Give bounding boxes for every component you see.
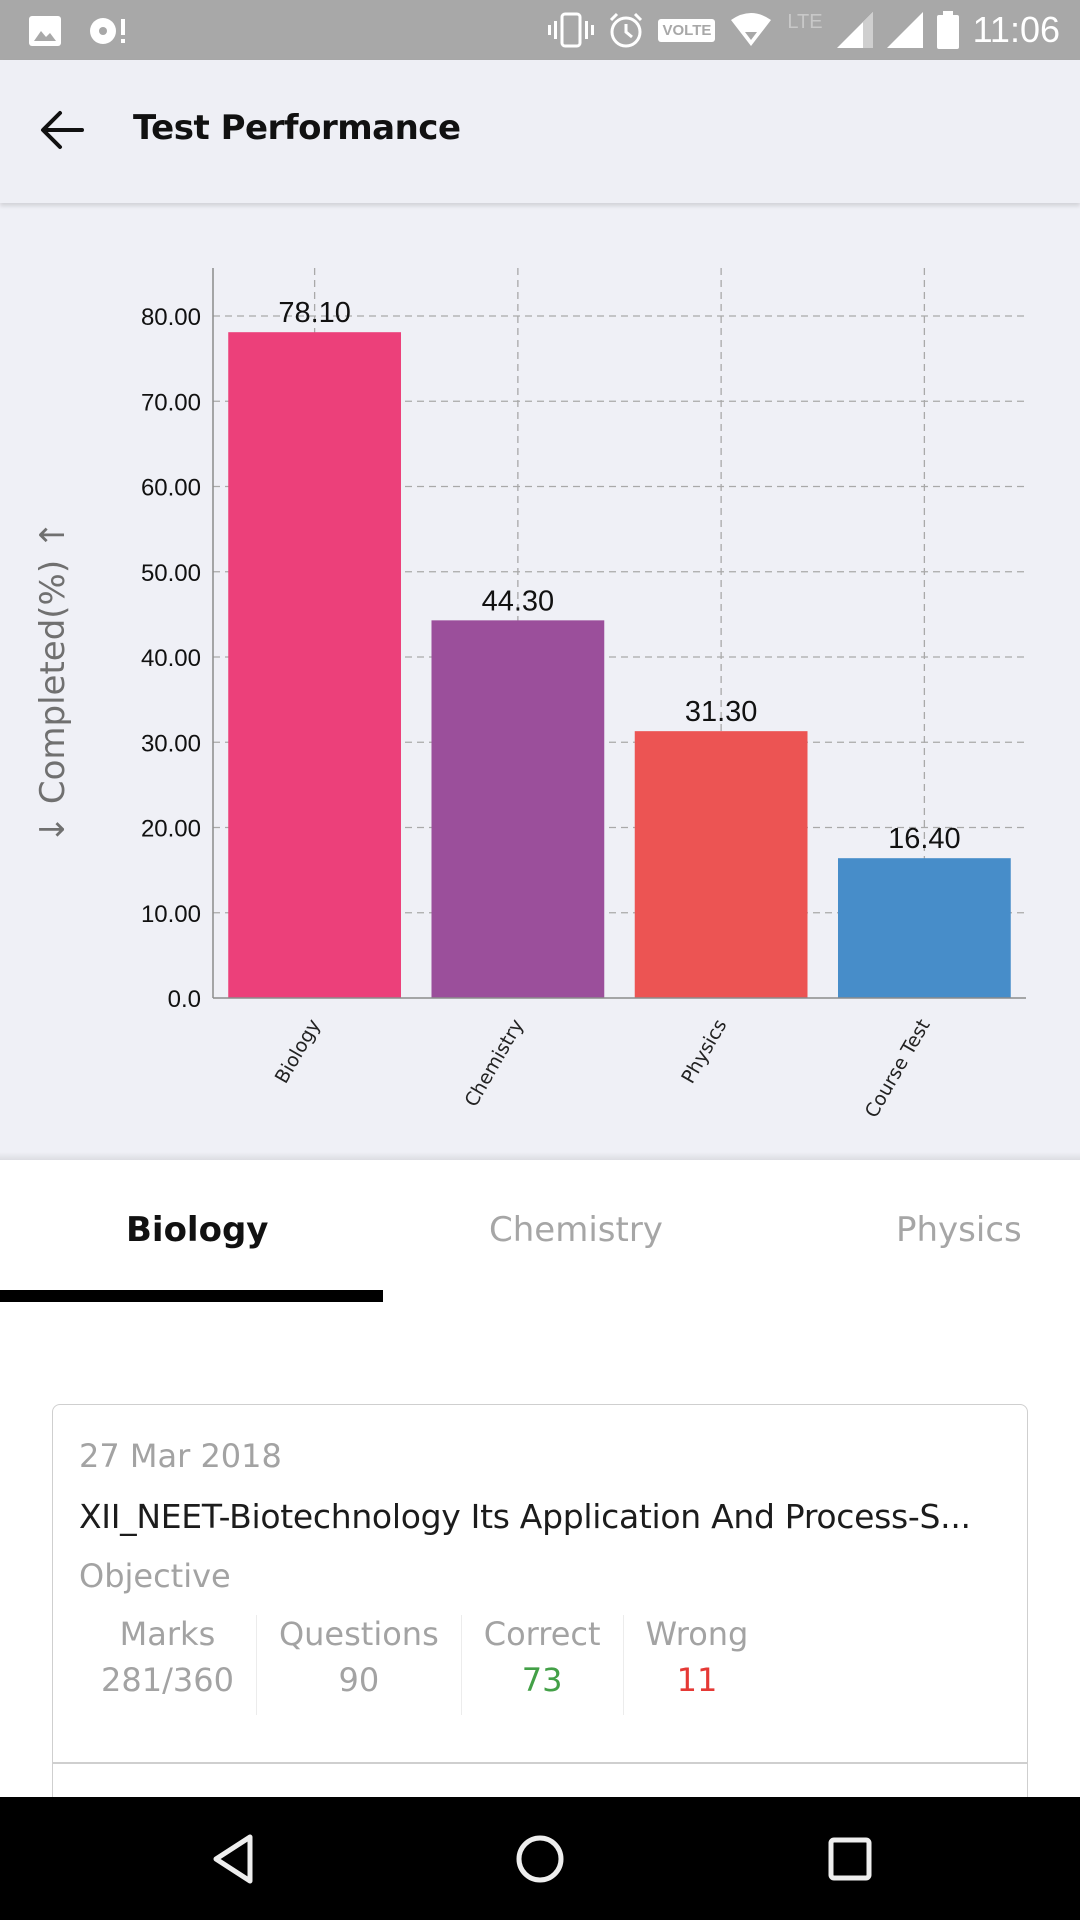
stat-value: 90 [338, 1661, 380, 1699]
stat-questions: Questions 90 [257, 1615, 462, 1715]
arrow-left-icon [41, 111, 84, 149]
bar-chart-svg: 78.10 Biology 44.30 Chemistry 31.30 Physics 16… [33, 268, 1026, 1122]
performance-chart: 78.10 Biology 44.30 Chemistry 31.30 Physics 16… [0, 203, 1080, 1158]
divider [0, 1152, 1080, 1160]
home-circle-icon [516, 1835, 564, 1883]
y-tick-label: 50.00 [141, 560, 201, 587]
signal-icon [886, 12, 923, 48]
stat-value: 11 [676, 1661, 718, 1699]
signal-icon [836, 12, 873, 48]
nav-home-button[interactable] [508, 1827, 572, 1891]
battery-icon [936, 11, 959, 49]
sync-alert-icon [90, 18, 125, 44]
stat-correct: Correct 73 [462, 1615, 624, 1715]
bar-value-label: 44.30 [482, 585, 555, 617]
stat-label: Correct [483, 1615, 601, 1653]
nav-recents-button[interactable] [818, 1827, 882, 1891]
y-tick-label: 20.00 [141, 816, 201, 843]
bar-physics [634, 731, 808, 998]
tab-biology[interactable]: Biology [126, 1210, 268, 1250]
test-result-card[interactable]: 27 Mar 2018 XII_NEET-Biotechnology Its A… [52, 1404, 1028, 1764]
bar-chemistry [431, 620, 605, 998]
wifi-icon [731, 13, 772, 46]
image-icon [29, 16, 61, 46]
bar-value-label: 16.40 [888, 823, 961, 855]
test-stats: Marks 281/360 Questions 90 Correct 73 Wr… [79, 1615, 770, 1715]
y-tick-label: 0.0 [168, 986, 201, 1013]
vibrate-icon [548, 12, 595, 48]
tab-physics[interactable]: Physics [896, 1210, 1022, 1250]
x-tick-label: Biology [271, 1016, 325, 1088]
y-tick-label: 30.00 [141, 730, 201, 757]
y-tick-label: 80.00 [141, 304, 201, 331]
test-date: 27 Mar 2018 [79, 1437, 282, 1475]
tab-chemistry[interactable]: Chemistry [489, 1210, 663, 1250]
status-time: 11:06 [972, 9, 1060, 50]
bar-layer [228, 332, 1011, 998]
stat-label: Questions [278, 1615, 439, 1653]
system-nav-bar [0, 1797, 1080, 1920]
bar-biology [228, 332, 402, 998]
nav-back-button[interactable] [202, 1827, 266, 1891]
y-tick-label: 40.00 [141, 645, 201, 672]
stat-label: Marks [119, 1615, 216, 1653]
alarm-icon [610, 12, 643, 48]
subject-tabs: Biology Chemistry Physics [0, 1160, 1080, 1304]
y-tick-label: 10.00 [141, 901, 201, 928]
test-type: Objective [79, 1557, 231, 1595]
volte-icon: VOLTE [658, 18, 716, 42]
stat-wrong: Wrong 11 [624, 1615, 771, 1715]
stat-value: 281/360 [101, 1661, 234, 1699]
bar-value-label: 31.30 [685, 696, 758, 728]
y-axis-title: ↓ Completed(%) ↑ [33, 521, 73, 844]
status-bar: VOLTE LTE 11:06 [0, 0, 1080, 60]
app-bar: Test Performance [0, 60, 1080, 203]
bar-course-test [837, 858, 1011, 998]
stat-label: Wrong [645, 1615, 749, 1653]
x-tick-label: Physics [677, 1016, 731, 1088]
stat-marks: Marks 281/360 [79, 1615, 257, 1715]
x-tick-label: Chemistry [461, 1016, 529, 1111]
stat-value: 73 [521, 1661, 563, 1699]
bar-value-label: 78.10 [278, 297, 351, 329]
back-triangle-icon [213, 1834, 253, 1884]
x-tick-label: Course Test [861, 1016, 935, 1122]
page-title: Test Performance [133, 108, 461, 148]
y-tick-label: 70.00 [141, 389, 201, 416]
y-tick-label: 60.00 [141, 475, 201, 502]
back-button[interactable] [34, 102, 90, 158]
test-title: XII_NEET-Biotechnology Its Application A… [79, 1497, 971, 1536]
active-tab-indicator [0, 1290, 383, 1302]
recents-square-icon [828, 1837, 872, 1881]
network-type-label: LTE [787, 10, 823, 33]
